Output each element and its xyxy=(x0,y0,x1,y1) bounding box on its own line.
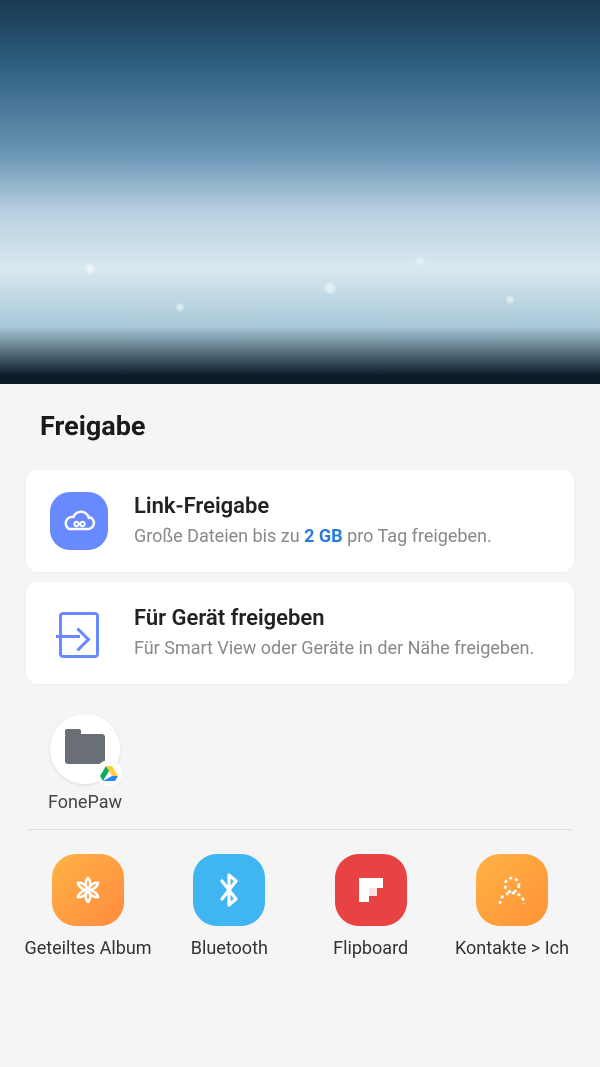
link-share-subtitle: Große Dateien bis zu 2 GB pro Tag freige… xyxy=(134,525,550,549)
device-share-subtitle: Für Smart View oder Geräte in der Nähe f… xyxy=(134,637,550,661)
cloud-link-icon xyxy=(50,492,108,550)
app-contacts[interactable]: Kontakte > Ich xyxy=(442,854,582,960)
person-icon xyxy=(476,854,548,926)
link-share-card[interactable]: Link-Freigabe Große Dateien bis zu 2 GB … xyxy=(26,470,574,572)
app-label: Geteiltes Album xyxy=(24,938,151,960)
link-share-title: Link-Freigabe xyxy=(134,494,550,519)
direct-share-target[interactable]: FonePaw xyxy=(40,714,130,813)
app-flipboard[interactable]: Flipboard xyxy=(301,854,441,960)
flipboard-icon xyxy=(335,854,407,926)
flower-icon xyxy=(52,854,124,926)
device-share-title: Für Gerät freigeben xyxy=(134,606,550,631)
app-bluetooth[interactable]: Bluetooth xyxy=(159,854,299,960)
share-sheet: Freigabe Link-Freigabe Große Dateien bis… xyxy=(0,384,600,970)
app-label: Flipboard xyxy=(333,938,408,960)
direct-share-targets: FonePaw xyxy=(0,694,600,829)
app-label: Kontakte > Ich xyxy=(455,938,569,960)
app-shared-album[interactable]: Geteiltes Album xyxy=(18,854,158,960)
target-label: FonePaw xyxy=(48,792,122,813)
bluetooth-icon xyxy=(193,854,265,926)
device-arrow-icon xyxy=(50,604,108,662)
app-share-row: Geteiltes Album Bluetooth Flipboard xyxy=(0,830,600,970)
sheet-title: Freigabe xyxy=(0,384,600,460)
app-label: Bluetooth xyxy=(191,938,268,960)
google-drive-badge-icon xyxy=(96,760,122,786)
folder-icon xyxy=(50,714,120,784)
device-share-card[interactable]: Für Gerät freigeben Für Smart View oder … xyxy=(26,582,574,684)
image-preview xyxy=(0,0,600,384)
